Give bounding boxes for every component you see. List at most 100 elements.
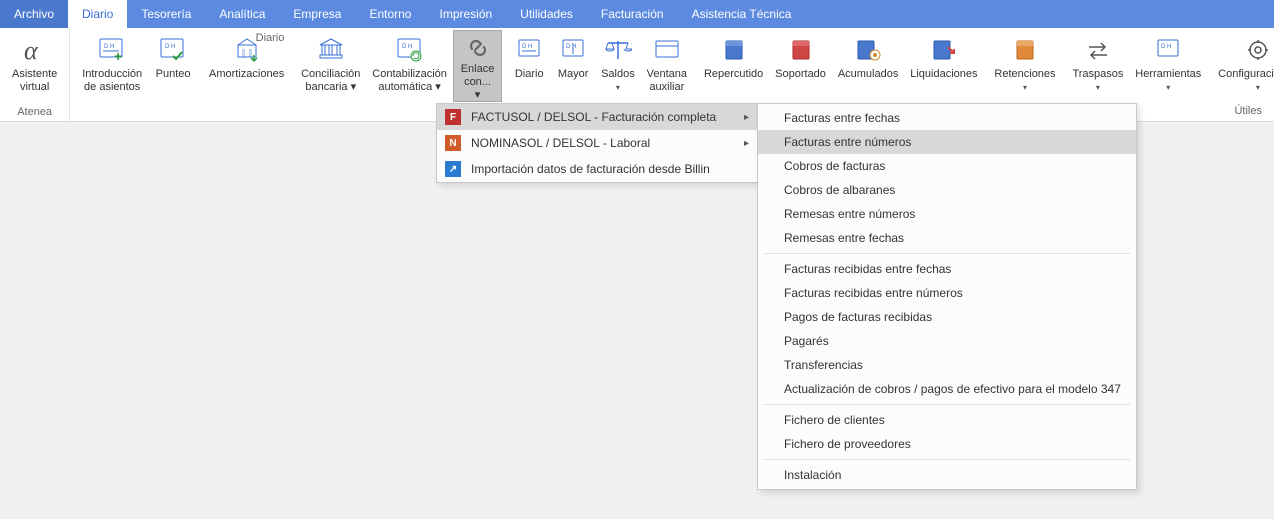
btn-soportado[interactable]: Soportado	[769, 30, 832, 102]
btn-asistente-virtual[interactable]: α Asistentevirtual	[6, 30, 63, 102]
label: Saldos	[601, 68, 635, 80]
submenu-item[interactable]: Actualización de cobros / pagos de efect…	[758, 377, 1136, 401]
submenu-item[interactable]: Transferencias	[758, 353, 1136, 377]
submenu-item[interactable]: Remesas entre números	[758, 202, 1136, 226]
svg-text:+: +	[114, 48, 122, 63]
label: Cobros de facturas	[784, 159, 885, 173]
label: Facturas entre fechas	[784, 111, 900, 125]
btn-saldos[interactable]: Saldos ▾	[595, 30, 641, 102]
group-label-atenea: Atenea	[6, 104, 63, 122]
submenu-item[interactable]: Pagarés	[758, 329, 1136, 353]
caret-icon: ▾	[616, 83, 620, 92]
menu-item-label: NOMINASOL / DELSOL - Laboral	[471, 136, 650, 150]
group-label-utiles: Útiles	[1234, 105, 1262, 117]
label: bancaria ▾	[305, 81, 356, 93]
label: Remesas entre fechas	[784, 231, 904, 245]
menu-item-billin[interactable]: ↗ Importación datos de facturación desde…	[437, 156, 757, 182]
tab-utilidades[interactable]: Utilidades	[506, 0, 587, 28]
btn-retenciones[interactable]: Retenciones▾	[988, 30, 1061, 102]
tab-archivo[interactable]: Archivo	[0, 0, 68, 28]
alpha-icon: α	[19, 34, 51, 66]
submenu-item[interactable]: Fichero de clientes	[758, 408, 1136, 432]
submenu-item[interactable]: Facturas entre números	[758, 130, 1136, 154]
label: Punteo	[156, 68, 191, 80]
label: Ventana	[647, 68, 687, 80]
chevron-right-icon: ▸	[744, 112, 749, 123]
label: virtual	[20, 81, 49, 93]
submenu-item[interactable]: Cobros de facturas	[758, 154, 1136, 178]
submenu-item[interactable]: Pagos de facturas recibidas	[758, 305, 1136, 329]
separator	[764, 404, 1130, 405]
btn-repercutido[interactable]: Repercutido	[698, 30, 769, 102]
tab-empresa[interactable]: Empresa	[279, 0, 355, 28]
billin-icon: ↗	[445, 161, 461, 177]
submenu-item[interactable]: Facturas entre fechas	[758, 106, 1136, 130]
caret-icon: ▾	[1256, 83, 1260, 92]
label: Amortizaciones	[209, 68, 284, 80]
scale-icon	[602, 34, 634, 66]
label: Asistente	[12, 68, 57, 80]
book-blue-icon	[718, 34, 750, 66]
swap-icon	[1082, 34, 1114, 66]
label: Traspasos	[1072, 68, 1123, 80]
submenu-item[interactable]: Instalación	[758, 463, 1136, 487]
label: Actualización de cobros / pagos de efect…	[784, 382, 1121, 396]
doc-icon: D H	[513, 34, 545, 66]
label: Contabilización	[372, 68, 447, 80]
btn-herramientas[interactable]: D H Herramientas▾	[1129, 30, 1207, 102]
btn-mayor[interactable]: D H Mayor	[551, 30, 595, 102]
tab-impresion[interactable]: Impresión	[425, 0, 506, 28]
btn-acumulados[interactable]: Acumulados	[832, 30, 904, 102]
separator	[764, 459, 1130, 460]
label: Configuraciones	[1218, 68, 1274, 80]
label: de asientos	[84, 81, 140, 93]
btn-liquidaciones[interactable]: Liquidaciones	[904, 30, 983, 102]
btn-configuraciones[interactable]: Configuraciones ▾	[1212, 30, 1274, 102]
label: Remesas entre números	[784, 207, 915, 221]
factusol-submenu: Facturas entre fechas Facturas entre núm…	[757, 103, 1137, 490]
btn-traspasos[interactable]: Traspasos ▾	[1066, 30, 1129, 102]
label: con... ▾	[464, 76, 491, 101]
tab-analitica[interactable]: Analítica	[205, 0, 279, 28]
caret-icon: ▾	[1096, 83, 1100, 92]
submenu-item[interactable]: Fichero de proveedores	[758, 432, 1136, 456]
label: Cobros de albaranes	[784, 183, 895, 197]
tab-tesoreria[interactable]: Tesorería	[127, 0, 205, 28]
menu-item-label: Importación datos de facturación desde B…	[471, 162, 710, 176]
label: Retenciones	[994, 68, 1055, 80]
label: Facturas recibidas entre fechas	[784, 262, 951, 276]
label: Mayor	[558, 68, 589, 80]
book-red-icon	[785, 34, 817, 66]
submenu-item[interactable]: Cobros de albaranes	[758, 178, 1136, 202]
btn-diario[interactable]: D H Diario	[507, 30, 551, 102]
label: Liquidaciones	[910, 68, 977, 80]
menu-item-factusol[interactable]: F FACTUSOL / DELSOL - Facturación comple…	[437, 104, 757, 130]
tab-asistencia[interactable]: Asistencia Técnica	[678, 0, 806, 28]
submenu-item[interactable]: Facturas recibidas entre fechas	[758, 257, 1136, 281]
menu-item-nominasol[interactable]: N NOMINASOL / DELSOL - Laboral ▸	[437, 130, 757, 156]
book-orange-icon	[1009, 34, 1041, 66]
svg-text:α: α	[24, 36, 39, 65]
label: automática ▾	[378, 81, 440, 93]
label: Acumulados	[838, 68, 899, 80]
submenu-item[interactable]: Facturas recibidas entre números	[758, 281, 1136, 305]
label: Pagarés	[784, 334, 829, 348]
enlace-dropdown: F FACTUSOL / DELSOL - Facturación comple…	[436, 103, 758, 183]
chevron-right-icon: ▸	[744, 138, 749, 149]
label: Conciliación	[301, 68, 360, 80]
label: Transferencias	[784, 358, 863, 372]
label: Facturas entre números	[784, 135, 911, 149]
label: Enlace	[461, 63, 495, 75]
nominasol-icon: N	[445, 135, 461, 151]
label: Soportado	[775, 68, 826, 80]
tab-diario[interactable]: Diario	[68, 0, 127, 28]
svg-text:D H: D H	[1161, 44, 1171, 50]
btn-ventana-auxiliar[interactable]: Ventanaauxiliar	[641, 30, 693, 102]
svg-text:D H: D H	[566, 44, 576, 50]
label: Instalación	[784, 468, 841, 482]
book-gear-icon	[852, 34, 884, 66]
submenu-item[interactable]: Remesas entre fechas	[758, 226, 1136, 250]
doc-icon: D H	[1152, 34, 1184, 66]
tab-entorno[interactable]: Entorno	[355, 0, 425, 28]
tab-facturacion[interactable]: Facturación	[587, 0, 678, 28]
